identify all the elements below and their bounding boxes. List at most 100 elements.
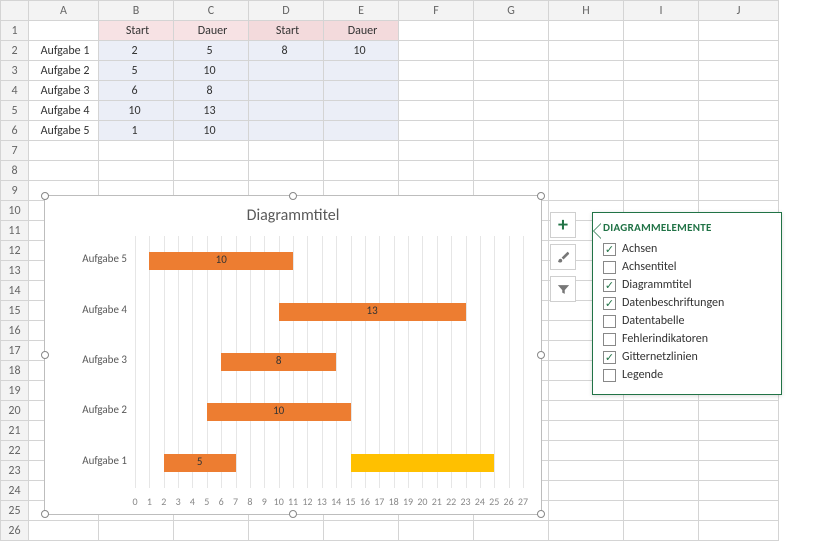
cell-J8[interactable] (699, 161, 779, 181)
cell-J7[interactable] (699, 141, 779, 161)
cell-H26[interactable] (549, 521, 624, 541)
cell-I25[interactable] (624, 501, 699, 521)
cell-E26[interactable] (324, 521, 399, 541)
cell-G2[interactable] (474, 41, 549, 61)
cell-J20[interactable] (699, 401, 779, 421)
cell-I4[interactable] (624, 81, 699, 101)
cell-J9[interactable] (699, 181, 779, 201)
cell-H25[interactable] (549, 501, 624, 521)
cell-B2[interactable]: 2 (99, 41, 174, 61)
chart-element-option[interactable]: Legende (603, 366, 771, 384)
bar-segment[interactable] (135, 303, 279, 321)
cell-E4[interactable] (324, 81, 399, 101)
row-header-1[interactable]: 1 (1, 21, 29, 41)
cell-J25[interactable] (699, 501, 779, 521)
cell-H20[interactable] (549, 401, 624, 421)
cell-J21[interactable] (699, 421, 779, 441)
cell-I26[interactable] (624, 521, 699, 541)
cell-I8[interactable] (624, 161, 699, 181)
checkbox-icon[interactable] (603, 279, 616, 292)
cell-I22[interactable] (624, 441, 699, 461)
cell-A4[interactable]: Aufgabe 3 (29, 81, 99, 101)
cell-C26[interactable] (174, 521, 249, 541)
cell-F1[interactable] (399, 21, 474, 41)
cell-E5[interactable] (324, 101, 399, 121)
cell-E2[interactable]: 10 (324, 41, 399, 61)
cell-H22[interactable] (549, 441, 624, 461)
cell-I1[interactable] (624, 21, 699, 41)
col-header-D[interactable]: D (249, 1, 324, 21)
cell-A3[interactable]: Aufgabe 2 (29, 61, 99, 81)
chart-element-option[interactable]: Datenbeschriftungen (603, 294, 771, 312)
cell-I21[interactable] (624, 421, 699, 441)
cell-F2[interactable] (399, 41, 474, 61)
row-header-10[interactable]: 10 (1, 201, 29, 221)
cell-G5[interactable] (474, 101, 549, 121)
cell-C3[interactable]: 10 (174, 61, 249, 81)
bar-segment[interactable] (135, 353, 221, 371)
cell-A1[interactable] (29, 21, 99, 41)
cell-D7[interactable] (249, 141, 324, 161)
col-header-E[interactable]: E (324, 1, 399, 21)
cell-J2[interactable] (699, 41, 779, 61)
cell-B26[interactable] (99, 521, 174, 541)
cell-I5[interactable] (624, 101, 699, 121)
chart-plot-area[interactable]: 0123456789101112131415161718192021222324… (135, 236, 523, 488)
cell-E1[interactable]: Dauer (324, 21, 399, 41)
row-header-20[interactable]: 20 (1, 401, 29, 421)
cell-J1[interactable] (699, 21, 779, 41)
cell-D26[interactable] (249, 521, 324, 541)
chart-element-option[interactable]: Gitternetzlinien (603, 348, 771, 366)
row-header-18[interactable]: 18 (1, 361, 29, 381)
row-header-9[interactable]: 9 (1, 181, 29, 201)
row-header-24[interactable]: 24 (1, 481, 29, 501)
checkbox-icon[interactable] (603, 297, 616, 310)
cell-D8[interactable] (249, 161, 324, 181)
cell-F4[interactable] (399, 81, 474, 101)
cell-F8[interactable] (399, 161, 474, 181)
cell-A6[interactable]: Aufgabe 5 (29, 121, 99, 141)
cell-D5[interactable] (249, 101, 324, 121)
row-header-14[interactable]: 14 (1, 281, 29, 301)
chart-title[interactable]: Diagrammtitel (45, 196, 541, 225)
chart-element-option[interactable]: Diagrammtitel (603, 276, 771, 294)
chart-element-option[interactable]: Achsentitel (603, 258, 771, 276)
cell-I9[interactable] (624, 181, 699, 201)
row-header-11[interactable]: 11 (1, 221, 29, 241)
cell-G4[interactable] (474, 81, 549, 101)
cell-H5[interactable] (549, 101, 624, 121)
chart-filters-button[interactable] (550, 276, 576, 302)
cell-C7[interactable] (174, 141, 249, 161)
bar-segment[interactable]: 10 (207, 403, 351, 421)
row-header-17[interactable]: 17 (1, 341, 29, 361)
cell-E6[interactable] (324, 121, 399, 141)
row-header-15[interactable]: 15 (1, 301, 29, 321)
cell-H9[interactable] (549, 181, 624, 201)
cell-J26[interactable] (699, 521, 779, 541)
cell-C6[interactable]: 10 (174, 121, 249, 141)
cell-F26[interactable] (399, 521, 474, 541)
cell-I20[interactable] (624, 401, 699, 421)
cell-J5[interactable] (699, 101, 779, 121)
row-header-5[interactable]: 5 (1, 101, 29, 121)
chart-styles-button[interactable] (550, 244, 576, 270)
checkbox-icon[interactable] (603, 261, 616, 274)
bar-segment[interactable] (135, 403, 207, 421)
cell-E8[interactable] (324, 161, 399, 181)
cell-C4[interactable]: 8 (174, 81, 249, 101)
cell-G3[interactable] (474, 61, 549, 81)
row-header-26[interactable]: 26 (1, 521, 29, 541)
cell-F5[interactable] (399, 101, 474, 121)
checkbox-icon[interactable] (603, 351, 616, 364)
row-header-12[interactable]: 12 (1, 241, 29, 261)
checkbox-icon[interactable] (603, 333, 616, 346)
cell-J23[interactable] (699, 461, 779, 481)
row-header-4[interactable]: 4 (1, 81, 29, 101)
cell-D6[interactable] (249, 121, 324, 141)
cell-I24[interactable] (624, 481, 699, 501)
checkbox-icon[interactable] (603, 243, 616, 256)
cell-A26[interactable] (29, 521, 99, 541)
row-header-22[interactable]: 22 (1, 441, 29, 461)
bar-segment[interactable] (135, 454, 164, 472)
cell-H4[interactable] (549, 81, 624, 101)
